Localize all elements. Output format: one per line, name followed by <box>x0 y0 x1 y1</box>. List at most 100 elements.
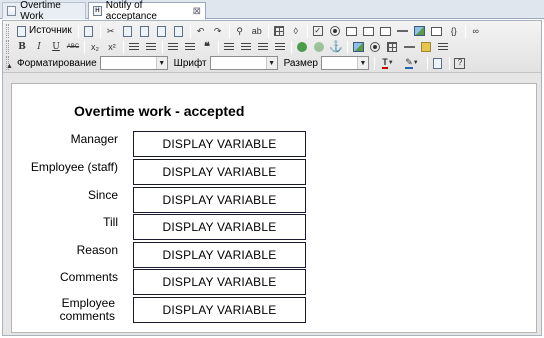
textarea-button[interactable] <box>362 24 376 38</box>
collapse-toolbar-icon[interactable]: ▲ <box>6 63 13 70</box>
superscript-icon: x² <box>108 41 116 52</box>
separator <box>77 24 79 38</box>
font-select[interactable]: ▼ <box>209 56 278 70</box>
align-right-icon <box>258 42 268 52</box>
editor-content[interactable]: Overtime work - accepted Manager DISPLAY… <box>11 83 537 333</box>
format-select[interactable]: ▼ <box>99 56 168 70</box>
display-variable-box[interactable]: DISPLAY VARIABLE <box>133 131 306 157</box>
toolbar-row-2: B I U ABC x₂ x² ❝ ⚓ <box>15 39 453 55</box>
copy-button[interactable] <box>121 24 135 38</box>
underline-button[interactable]: U <box>49 40 63 54</box>
remove-format-button[interactable]: ◊ <box>289 24 303 38</box>
align-right-button[interactable] <box>256 40 270 54</box>
toolbar-grip[interactable] <box>6 40 9 54</box>
undo-button[interactable]: ↶ <box>194 24 208 38</box>
special-char-button[interactable] <box>436 40 450 54</box>
anchor-button[interactable]: ⚓ <box>329 40 343 54</box>
replace-icon: ab <box>251 25 262 36</box>
toolbar-grip[interactable] <box>6 24 9 38</box>
image-button-button[interactable] <box>413 24 427 38</box>
copy-icon <box>123 25 133 37</box>
size-select[interactable]: ▼ <box>320 56 369 70</box>
separator <box>306 24 308 38</box>
align-justify-button[interactable] <box>273 40 287 54</box>
field-label: Comments <box>59 270 118 284</box>
bold-button[interactable]: B <box>15 40 29 54</box>
outdent-button[interactable] <box>166 40 180 54</box>
select-field-button[interactable] <box>379 24 393 38</box>
replace-button[interactable]: ab <box>250 24 264 38</box>
redo-button[interactable]: ↷ <box>211 24 225 38</box>
display-variable-box[interactable]: DISPLAY VARIABLE <box>133 297 306 323</box>
subscript-button[interactable]: x₂ <box>88 40 102 54</box>
select-all-button[interactable] <box>272 24 286 38</box>
cut-button[interactable]: ✂ <box>104 24 118 38</box>
form-row-manager: Manager DISPLAY VARIABLE <box>12 131 312 157</box>
paste-word-button[interactable] <box>172 24 186 38</box>
italic-button[interactable]: I <box>32 40 46 54</box>
form-row-since: Since DISPLAY VARIABLE <box>12 187 312 213</box>
templates-button[interactable] <box>82 24 96 38</box>
bg-color-icon: ✎ <box>405 56 413 69</box>
link-icon: ∞ <box>472 25 479 36</box>
display-variable-box[interactable]: DISPLAY VARIABLE <box>133 187 306 213</box>
blockquote-button[interactable]: ❝ <box>200 40 214 54</box>
bold-icon: B <box>18 41 26 52</box>
indent-button[interactable] <box>183 40 197 54</box>
insert-link-button[interactable] <box>295 40 309 54</box>
tab-notify-of-acceptance[interactable]: H Notify of acceptance ⊠ <box>88 0 206 22</box>
align-left-button[interactable] <box>222 40 236 54</box>
toolbar-row-3: Форматирование ▼ Шрифт ▼ Размер ▼ T ▼ ✎ ▼ … <box>15 55 470 71</box>
html-editor: Источник ✂ ↶ ↷ ⚲ ab ◊ ✓ {} ∞ B I U ABC x… <box>2 20 542 336</box>
close-icon[interactable]: ⊠ <box>193 6 201 17</box>
tab-overtime-work[interactable]: Overtime Work <box>2 0 86 22</box>
checkbox-button[interactable]: ✓ <box>311 24 325 38</box>
table-button[interactable] <box>385 40 399 54</box>
strike-button[interactable]: ABC <box>66 40 80 54</box>
unlink-button[interactable] <box>312 40 326 54</box>
preview-button[interactable] <box>431 56 445 70</box>
format-label: Форматирование <box>17 57 97 69</box>
numbered-list-button[interactable] <box>127 40 141 54</box>
align-center-button[interactable] <box>239 40 253 54</box>
button-field-button[interactable] <box>396 24 410 38</box>
textfield-button[interactable] <box>345 24 359 38</box>
source-button[interactable]: Источник <box>15 24 74 38</box>
display-variable-box[interactable]: DISPLAY VARIABLE <box>133 214 306 240</box>
link-button[interactable]: ∞ <box>469 24 483 38</box>
bulleted-list-button[interactable] <box>144 40 158 54</box>
subscript-icon: x₂ <box>91 41 99 52</box>
quote-icon: ❝ <box>204 40 210 53</box>
radio-button[interactable] <box>328 24 342 38</box>
table-icon <box>387 42 397 52</box>
undo-icon: ↶ <box>196 25 205 36</box>
align-left-icon <box>224 42 234 52</box>
flash-button[interactable] <box>368 40 382 54</box>
display-variable-box[interactable]: DISPLAY VARIABLE <box>133 159 306 185</box>
field-label: Manager <box>70 132 118 146</box>
separator <box>218 40 219 54</box>
field-button[interactable]: {} <box>447 24 461 38</box>
binoculars-icon: ⚲ <box>236 25 243 36</box>
text-color-button[interactable]: T ▼ <box>378 56 398 70</box>
source-label: Источник <box>29 25 72 36</box>
hidden-field-button[interactable] <box>430 24 444 38</box>
align-justify-icon <box>275 42 285 52</box>
display-variable-box[interactable]: DISPLAY VARIABLE <box>133 269 306 295</box>
find-button[interactable]: ⚲ <box>233 24 247 38</box>
paste-button[interactable] <box>138 24 152 38</box>
smiley-button[interactable] <box>419 40 433 54</box>
field-label: Till <box>103 215 118 229</box>
help-button[interactable]: ? <box>453 56 467 70</box>
bg-color-button[interactable]: ✎ ▼ <box>401 56 423 70</box>
horizontal-rule-icon <box>403 46 415 48</box>
separator <box>189 24 191 38</box>
image-button[interactable] <box>351 40 365 54</box>
superscript-button[interactable]: x² <box>105 40 119 54</box>
horizontal-rule-button[interactable] <box>402 40 416 54</box>
display-variable-box[interactable]: DISPLAY VARIABLE <box>133 242 306 268</box>
separator <box>426 56 428 70</box>
smiley-icon <box>421 42 431 52</box>
button-field-icon <box>397 30 409 32</box>
paste-text-button[interactable] <box>155 24 169 38</box>
